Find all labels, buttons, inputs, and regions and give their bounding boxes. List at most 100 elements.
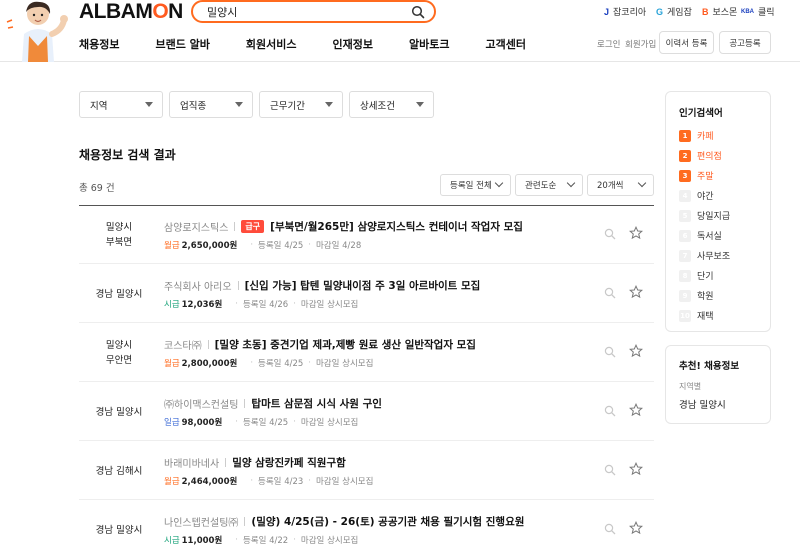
search-icon[interactable] [411, 5, 425, 22]
zoom-icon[interactable] [604, 464, 616, 479]
nav-talent[interactable]: 인재정보 [333, 36, 373, 52]
job-location: 밀양시 무안면 [79, 338, 159, 368]
albamon-logo[interactable]: ALBAM O N [79, 0, 183, 24]
star-icon[interactable] [628, 461, 644, 479]
keyword: 카페 [697, 132, 714, 142]
rank-number: 9 [679, 289, 691, 302]
caret-down-icon [145, 102, 153, 107]
zoom-icon[interactable] [604, 405, 616, 420]
keyword: 학원 [697, 292, 714, 302]
nav-member-service[interactable]: 회원서비스 [246, 36, 297, 52]
job-row[interactable]: 경남 밀양시 나인스텝컨설팅㈜ (밀양) 4/25(금) - 26(토) 공공기… [79, 501, 654, 558]
star-icon[interactable] [628, 520, 644, 538]
job-meta: 시급 11,000원 · 등록일 4/22 · 마감일 상시모집 [164, 534, 358, 546]
popular-keyword-item[interactable]: 6 독서실 [679, 229, 722, 242]
job-row[interactable]: 밀양시 부북면 삼양로지스틱스 급구 [부북면/월265만] 삼양로지스틱스 컨테… [79, 206, 654, 264]
nav-jobs[interactable]: 채용정보 [79, 36, 119, 52]
login-link[interactable]: 로그인 [597, 38, 620, 50]
company-name[interactable]: 바래미바네사 [164, 455, 219, 470]
family-site-label: 잡코리아 [613, 8, 647, 18]
work-period-filter[interactable]: 근무기간 [259, 91, 343, 118]
rank-number: 5 [679, 209, 691, 222]
company-name[interactable]: 주식회사 아리오 [164, 278, 232, 293]
nav-alba-talk[interactable]: 알바토크 [409, 36, 449, 52]
job-headline: ㈜하이맥스컨설팅 탑마트 삼문점 시식 사원 구인 [164, 396, 382, 411]
bullet: · [293, 535, 296, 545]
job-title[interactable]: [신입 가능] 탑텐 밀양내이점 주 3일 아르바이트 모집 [245, 278, 481, 293]
rank-number: 10 [679, 309, 691, 322]
job-title[interactable]: (밀양) 4/25(금) - 26(토) 공공기관 채용 필기시험 진행요원 [251, 514, 524, 529]
signup-link[interactable]: 회원가입 [625, 38, 656, 50]
job-location: 경남 밀양시 [79, 405, 159, 420]
zoom-icon[interactable] [604, 523, 616, 538]
recommended-region-link[interactable]: 경남 밀양시 [679, 397, 726, 411]
post-job-button[interactable]: 공고등록 [719, 31, 771, 54]
popular-keyword-item[interactable]: 7 사무보조 [679, 249, 730, 262]
family-site-jobkorea[interactable]: J 잡코리아 [604, 5, 647, 19]
popular-keyword-item[interactable]: 4 야간 [679, 189, 714, 202]
job-type-filter[interactable]: 업직종 [169, 91, 253, 118]
company-name[interactable]: ㈜하이맥스컨설팅 [164, 396, 238, 411]
recommended-category: 지역별 [679, 382, 702, 391]
bullet: · [250, 358, 254, 368]
pay-amount: 2,464,000원 [181, 477, 238, 487]
job-location: 경남 밀양시 [79, 523, 159, 538]
rank-number: 2 [679, 149, 691, 162]
zoom-icon[interactable] [604, 287, 616, 302]
zoom-icon[interactable] [604, 346, 616, 361]
location-line: 밀양시 [105, 222, 133, 233]
family-site-gamejob[interactable]: G 게임잡 [656, 5, 692, 19]
job-headline: 주식회사 아리오 [신입 가능] 탑텐 밀양내이점 주 3일 아르바이트 모집 [164, 278, 480, 293]
popular-keyword-item[interactable]: 10 재택 [679, 309, 714, 322]
register-date: 등록일 4/25 [242, 418, 289, 428]
main-nav: 채용정보 브랜드 알바 회원서비스 인재정보 알바토크 고객센터 [79, 36, 562, 52]
search-input[interactable] [207, 5, 397, 18]
popular-keyword-item[interactable]: 3 주말 [679, 169, 714, 182]
job-meta: 월급 2,800,000원 · 등록일 4/25 · 마감일 상시모집 [164, 357, 373, 369]
nav-customer-center[interactable]: 고객센터 [486, 36, 526, 52]
popular-keyword-item[interactable]: 2 편의점 [679, 149, 722, 162]
star-icon[interactable] [628, 402, 644, 420]
job-title[interactable]: 탑마트 삼문점 시식 사원 구인 [251, 396, 382, 411]
nav-brand-alba[interactable]: 브랜드 알바 [155, 36, 209, 52]
popular-keyword-item[interactable]: 8 단기 [679, 269, 714, 282]
region-filter[interactable]: 지역 [79, 91, 163, 118]
date-range-select[interactable]: 등록일 전체 [440, 174, 511, 196]
job-title[interactable]: [부북면/월265만] 삼양로지스틱스 컨테이너 작업자 모집 [270, 219, 523, 234]
bossmon-icon: B [702, 6, 709, 17]
detail-filter[interactable]: 상세조건 [349, 91, 434, 118]
job-row[interactable]: 경남 김해시 바래미바네사 밀양 삼랑진카페 직원구함 월급 2,464,000원… [79, 442, 654, 500]
company-name[interactable]: 코스타㈜ [164, 337, 202, 352]
sort-select[interactable]: 관련도순 [515, 174, 583, 196]
job-title[interactable]: 밀양 삼랑진카페 직원구함 [232, 455, 346, 470]
keyword: 사무보조 [697, 252, 731, 262]
zoom-icon[interactable] [604, 228, 616, 243]
urgent-badge: 급구 [241, 220, 265, 233]
company-name[interactable]: 나인스텝컨설팅㈜ [164, 514, 238, 529]
per-page-select[interactable]: 20개씩 [587, 174, 654, 196]
popular-keyword-item[interactable]: 9 학원 [679, 289, 714, 302]
bullet: · [308, 358, 311, 368]
popular-keyword-item[interactable]: 1 카페 [679, 129, 714, 142]
job-title[interactable]: [밀양 초동] 중견기업 제과,제빵 원료 생산 일반작업자 모집 [215, 337, 476, 352]
family-site-bossmon[interactable]: B 보스몬 [702, 5, 737, 19]
job-row[interactable]: 경남 밀양시 ㈜하이맥스컨설팅 탑마트 삼문점 시식 사원 구인 일급 98,00… [79, 383, 654, 441]
star-icon[interactable] [628, 284, 644, 302]
company-name[interactable]: 삼양로지스틱스 [164, 219, 228, 234]
keyword: 야간 [697, 192, 714, 202]
job-row[interactable]: 경남 밀양시 주식회사 아리오 [신입 가능] 탑텐 밀양내이점 주 3일 아르… [79, 265, 654, 323]
job-meta: 일급 98,000원 · 등록일 4/25 · 마감일 상시모집 [164, 416, 358, 428]
filter-label: 상세조건 [360, 100, 395, 112]
popular-keyword-item[interactable]: 5 당일지급 [679, 209, 730, 222]
job-row[interactable]: 밀양시 무안면 코스타㈜ [밀양 초동] 중견기업 제과,제빵 원료 생산 일반작… [79, 324, 654, 382]
star-icon[interactable] [628, 225, 644, 243]
chevron-down-icon [494, 178, 504, 188]
deadline: 마감일 상시모집 [300, 418, 359, 428]
rank-number: 8 [679, 269, 691, 282]
keyword: 단기 [697, 272, 714, 282]
recommended-jobs-panel: 추천! 채용정보 지역별 경남 밀양시 [665, 345, 771, 424]
resume-register-button[interactable]: 이력서 등록 [659, 31, 714, 54]
select-value: 20개씩 [597, 181, 624, 191]
family-site-click[interactable]: KBA 클릭 [741, 5, 775, 18]
star-icon[interactable] [628, 343, 644, 361]
